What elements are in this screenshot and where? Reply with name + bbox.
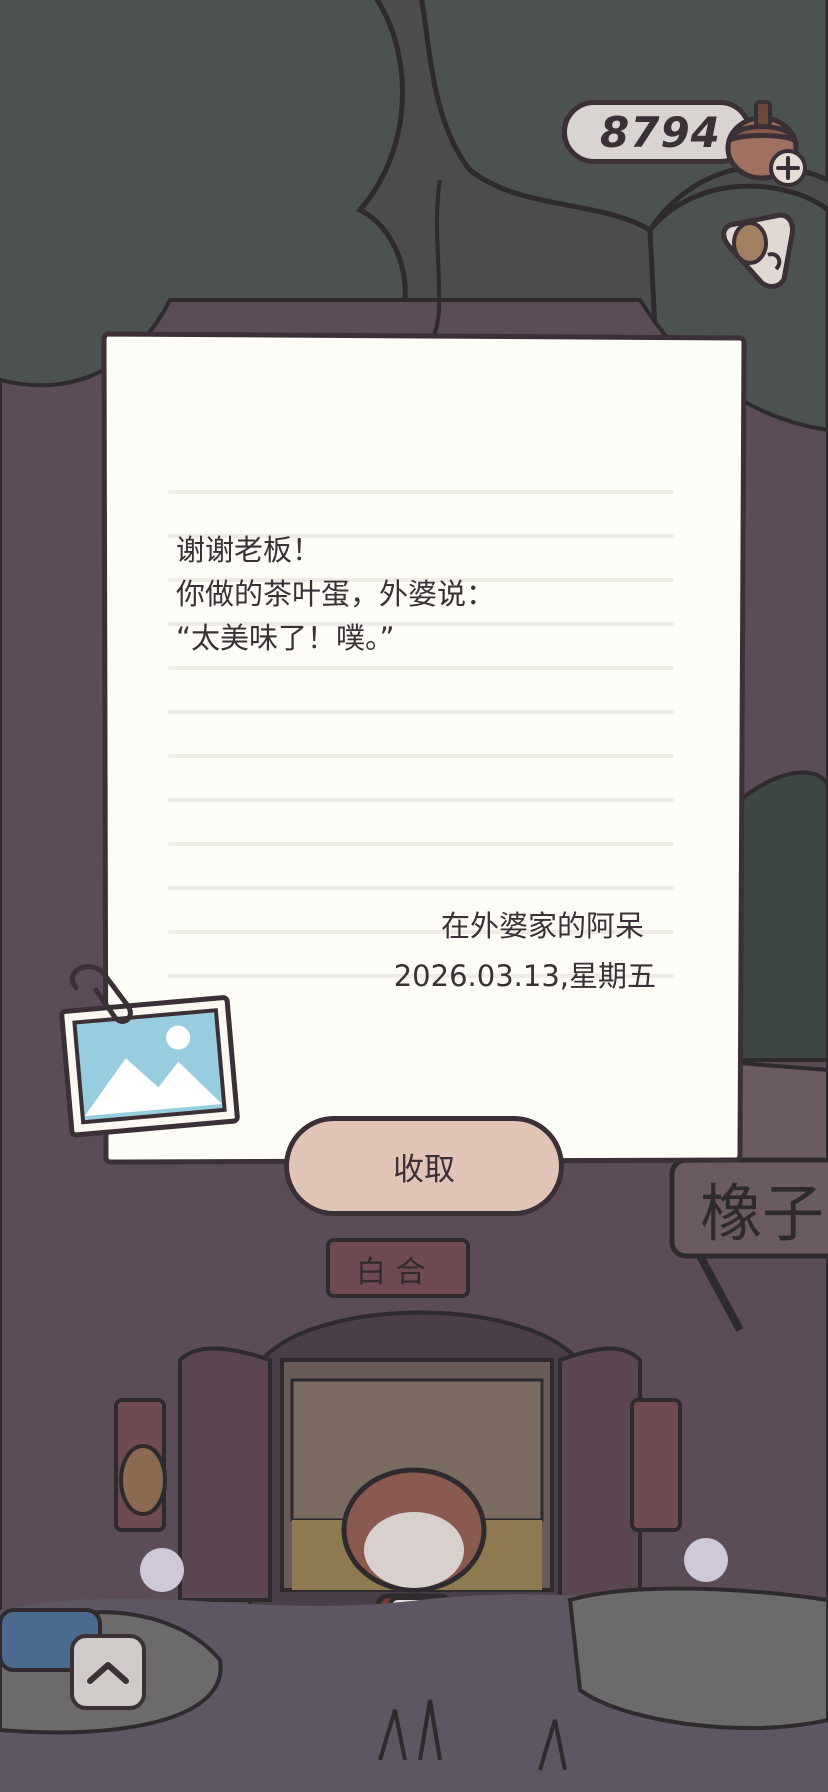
letter-line-3: “太美味了！噗。” xyxy=(176,621,395,655)
item-menu-icon[interactable] xyxy=(714,205,804,295)
letter-signature: 在外婆家的阿呆 xyxy=(440,909,644,943)
collect-button-label: 收取 xyxy=(393,1151,455,1188)
collect-button[interactable]: 收取 xyxy=(284,1116,564,1216)
chevron-up-icon xyxy=(87,1662,129,1684)
photo-icon[interactable] xyxy=(52,960,252,1140)
svg-text:白 合: 白 合 xyxy=(356,1255,426,1290)
letter-line-2: 你做的茶叶蛋，外婆说： xyxy=(176,577,496,611)
acorn-count: 8794 xyxy=(600,108,721,157)
expand-up-button[interactable] xyxy=(70,1634,146,1710)
svg-text:橡子: 橡子 xyxy=(700,1177,824,1250)
letter-date: 2026.03.13,星期五 xyxy=(393,959,656,993)
add-acorn-icon[interactable] xyxy=(768,148,808,188)
letter-line-1: 谢谢老板！ xyxy=(176,533,322,567)
